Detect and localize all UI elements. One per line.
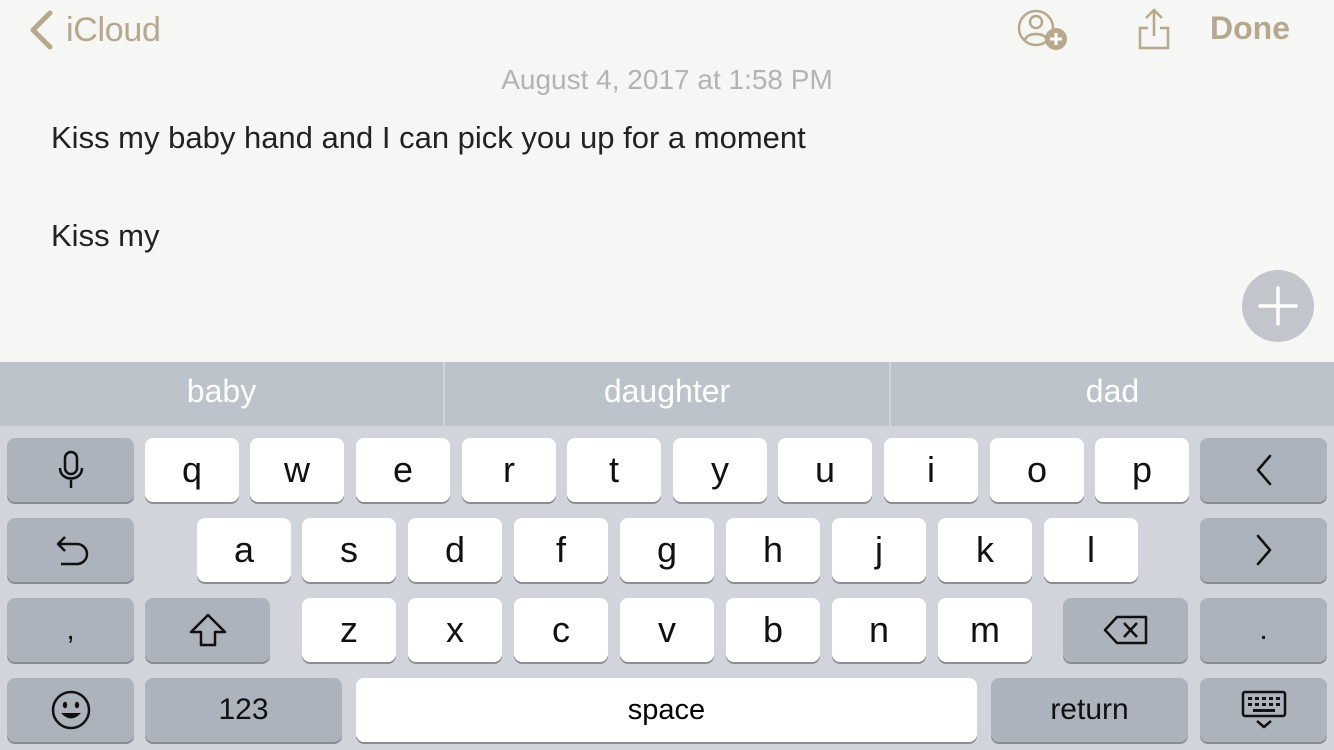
suggestion-item[interactable]: daughter (445, 362, 889, 426)
comma-label: , (66, 613, 75, 646)
cursor-right-key[interactable] (1200, 518, 1327, 582)
add-button[interactable] (1242, 270, 1314, 342)
chevron-left-icon (30, 10, 53, 50)
key-t[interactable]: t (567, 438, 661, 502)
chevron-right-icon (1256, 534, 1271, 566)
person-add-icon (1017, 9, 1067, 50)
numbers-key[interactable]: 123 (145, 678, 342, 742)
key-d[interactable]: d (408, 518, 502, 582)
emoji-icon (51, 690, 90, 730)
key-b[interactable]: b (726, 598, 820, 662)
key-j[interactable]: j (832, 518, 926, 582)
cursor-left-key[interactable] (1200, 438, 1327, 502)
undo-icon (56, 536, 88, 566)
back-button[interactable]: iCloud (28, 8, 161, 52)
space-key[interactable]: space (356, 678, 977, 742)
return-key[interactable]: return (991, 678, 1188, 742)
key-o[interactable]: o (990, 438, 1084, 502)
key-k[interactable]: k (938, 518, 1032, 582)
dictation-key[interactable] (7, 438, 134, 502)
key-a[interactable]: a (197, 518, 291, 582)
back-label: iCloud (66, 10, 161, 49)
key-c[interactable]: c (514, 598, 608, 662)
undo-key[interactable] (7, 518, 134, 582)
key-p[interactable]: p (1095, 438, 1189, 502)
delete-key[interactable] (1063, 598, 1188, 662)
suggestion-bar: baby daughter dad (0, 362, 1334, 426)
key-i[interactable]: i (884, 438, 978, 502)
return-label: return (1050, 693, 1129, 726)
shift-key[interactable] (145, 598, 270, 662)
plus-icon (1258, 286, 1298, 326)
period-key[interactable]: . (1200, 598, 1327, 662)
keyboard: baby daughter dad q w e r t y u i o p a … (0, 362, 1334, 750)
key-r[interactable]: r (462, 438, 556, 502)
comma-key[interactable]: , (7, 598, 134, 662)
key-y[interactable]: y (673, 438, 767, 502)
done-button[interactable]: Done (1190, 10, 1310, 50)
period-label: . (1259, 613, 1268, 646)
key-h[interactable]: h (726, 518, 820, 582)
numbers-label: 123 (218, 693, 269, 726)
share-button[interactable] (1136, 6, 1172, 52)
microphone-icon (58, 450, 83, 488)
share-person-button[interactable] (1016, 8, 1072, 54)
suggestion-item[interactable]: dad (891, 362, 1334, 426)
keyboard-dismiss-icon (1241, 690, 1286, 729)
note-text-line[interactable]: Kiss my baby hand and I can pick you up … (51, 120, 806, 156)
note-timestamp: August 4, 2017 at 1:58 PM (501, 64, 833, 95)
key-g[interactable]: g (620, 518, 714, 582)
shift-icon (189, 613, 226, 647)
dismiss-keyboard-key[interactable] (1200, 678, 1327, 742)
key-l[interactable]: l (1044, 518, 1138, 582)
key-z[interactable]: z (302, 598, 396, 662)
note-area: iCloud Done August 4, 2017 at 1:58 PM Ki… (0, 0, 1334, 362)
key-q[interactable]: q (145, 438, 239, 502)
key-s[interactable]: s (302, 518, 396, 582)
suggestion-item[interactable]: baby (0, 362, 443, 426)
chevron-left-icon (1256, 454, 1271, 486)
key-u[interactable]: u (778, 438, 872, 502)
key-e[interactable]: e (356, 438, 450, 502)
emoji-key[interactable] (7, 678, 134, 742)
share-icon (1138, 8, 1170, 50)
key-v[interactable]: v (620, 598, 714, 662)
space-label: space (627, 693, 706, 726)
key-n[interactable]: n (832, 598, 926, 662)
key-m[interactable]: m (938, 598, 1032, 662)
delete-icon (1103, 615, 1147, 645)
note-text-line[interactable]: Kiss my (51, 218, 160, 254)
key-f[interactable]: f (514, 518, 608, 582)
key-w[interactable]: w (250, 438, 344, 502)
key-x[interactable]: x (408, 598, 502, 662)
